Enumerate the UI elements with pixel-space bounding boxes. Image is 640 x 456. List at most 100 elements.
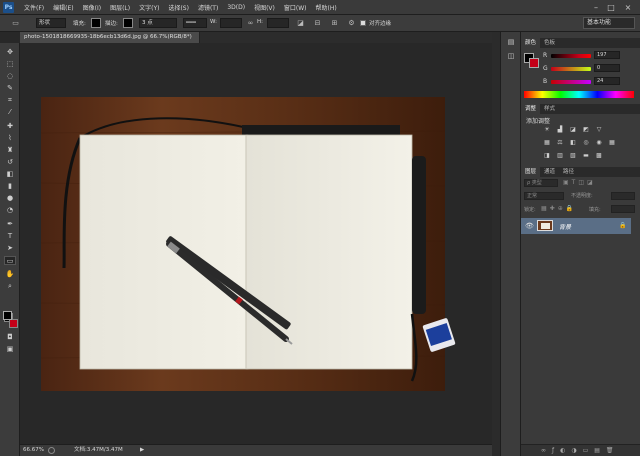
hand-tool-icon[interactable]: ✋ <box>4 270 16 279</box>
width-field[interactable] <box>220 18 242 28</box>
menu-item[interactable]: 图层(L) <box>110 3 130 12</box>
menu-item[interactable]: 3D(D) <box>227 4 245 11</box>
properties-panel-icon[interactable]: ◫ <box>505 52 517 61</box>
canvas-area[interactable] <box>20 43 492 444</box>
fill-field[interactable] <box>611 205 635 213</box>
path-selection-tool-icon[interactable]: ➤ <box>4 244 16 253</box>
tool-preset-icon[interactable]: ▭ <box>10 18 21 29</box>
r-value-field[interactable]: 197 <box>594 51 620 59</box>
clone-stamp-tool-icon[interactable]: ♜ <box>4 146 16 155</box>
curves-icon[interactable]: ◪ <box>569 126 577 134</box>
align-edges-checkbox[interactable] <box>360 20 366 26</box>
brightness-contrast-icon[interactable]: ☀ <box>543 126 551 134</box>
path-alignment-icon[interactable]: ⊟ <box>312 18 323 29</box>
gradient-tool-icon[interactable]: ▮ <box>4 182 16 191</box>
brush-tool-icon[interactable]: ⌇ <box>4 134 16 143</box>
zoom-level[interactable]: 66.67% <box>23 445 44 456</box>
visibility-eye-icon[interactable]: 👁 <box>525 222 534 230</box>
document-image[interactable] <box>20 43 492 444</box>
stroke-width-field[interactable]: 3 点 <box>139 18 177 28</box>
background-color-swatch[interactable] <box>9 319 18 328</box>
workspace-select[interactable]: 基本功能 <box>583 17 635 29</box>
stroke-type-select[interactable]: ━━━ <box>183 18 207 28</box>
tab-color[interactable]: 颜色 <box>521 38 541 48</box>
invert-icon[interactable]: ◨ <box>543 152 551 160</box>
color-spectrum-bar[interactable] <box>524 91 634 98</box>
menu-item[interactable]: 选择(S) <box>168 3 189 12</box>
tab-paths[interactable]: 路径 <box>559 167 578 177</box>
posterize-icon[interactable]: ▥ <box>556 152 564 160</box>
screen-mode-icon[interactable]: ▣ <box>4 345 16 354</box>
layer-kind-filter[interactable]: ρ 类型 <box>524 179 558 187</box>
lasso-tool-icon[interactable]: ◌ <box>4 72 16 81</box>
status-menu-arrow-icon[interactable]: ▶ <box>140 445 144 456</box>
photo-filter-icon[interactable]: ◎ <box>582 139 590 147</box>
menu-item[interactable]: 帮助(H) <box>316 3 337 12</box>
g-value-field[interactable]: 0 <box>594 64 620 72</box>
channel-mixer-icon[interactable]: ◉ <box>595 139 603 147</box>
tab-swatches[interactable]: 色板 <box>540 38 559 48</box>
quick-select-tool-icon[interactable]: ✎ <box>4 84 16 93</box>
eraser-tool-icon[interactable]: ◧ <box>4 170 16 179</box>
quick-mask-icon[interactable]: ◘ <box>4 333 16 342</box>
threshold-icon[interactable]: ▧ <box>569 152 577 160</box>
layer-row-background[interactable]: 👁 背景 🔒 <box>521 218 631 234</box>
hue-saturation-icon[interactable]: ▦ <box>543 139 551 147</box>
dodge-tool-icon[interactable]: ◔ <box>4 206 16 215</box>
stroke-swatch[interactable] <box>123 18 133 28</box>
close-button[interactable]: × <box>622 2 634 13</box>
black-white-icon[interactable]: ◧ <box>569 139 577 147</box>
path-operations-icon[interactable]: ◪ <box>295 18 306 29</box>
status-info-icon[interactable] <box>48 447 55 454</box>
menu-item[interactable]: 文件(F) <box>24 3 44 12</box>
menu-item[interactable]: 文字(Y) <box>139 3 159 12</box>
crop-tool-icon[interactable]: ⌗ <box>4 96 16 105</box>
link-icon[interactable]: ∞ <box>245 18 256 29</box>
shape-mode-select[interactable]: 形状 <box>36 18 66 28</box>
menu-item[interactable]: 图像(I) <box>83 3 101 12</box>
layer-name[interactable]: 背景 <box>559 222 571 231</box>
fill-swatch[interactable] <box>91 18 101 28</box>
pen-tool-icon[interactable]: ✒ <box>4 220 16 229</box>
b-slider[interactable] <box>551 80 591 84</box>
levels-icon[interactable]: ▟ <box>556 126 564 134</box>
exposure-icon[interactable]: ◩ <box>582 126 590 134</box>
foreground-color-swatch-front[interactable] <box>3 311 12 320</box>
vibrance-icon[interactable]: ▽ <box>595 126 603 134</box>
opacity-field[interactable] <box>611 192 635 200</box>
layer-filter-icons[interactable]: ▣T◫◪ <box>563 179 596 186</box>
type-tool-icon[interactable]: T <box>4 232 16 241</box>
menu-item[interactable]: 滤镜(T) <box>198 3 218 12</box>
layers-bottom-toolbar[interactable]: ∞ƒ◐◑▭▤🗑 <box>521 444 640 456</box>
tab-channels[interactable]: 通道 <box>540 167 559 177</box>
path-arrangement-icon[interactable]: ⊞ <box>329 18 340 29</box>
blend-mode-select[interactable]: 正常 <box>524 192 564 200</box>
color-lookup-icon[interactable]: ▦ <box>608 139 616 147</box>
menu-item[interactable]: 视图(V) <box>254 3 275 12</box>
marquee-tool-icon[interactable]: ⬚ <box>4 60 16 69</box>
history-brush-tool-icon[interactable]: ↺ <box>4 158 16 167</box>
history-panel-icon[interactable]: ▤ <box>505 38 517 47</box>
r-slider[interactable] <box>551 54 591 58</box>
tab-layers[interactable]: 图层 <box>521 167 541 177</box>
move-tool-icon[interactable]: ✥ <box>4 48 16 57</box>
blur-tool-icon[interactable]: ● <box>4 194 16 203</box>
height-field[interactable] <box>267 18 289 28</box>
gear-icon[interactable]: ⚙ <box>346 18 357 29</box>
color-background-swatch[interactable] <box>529 58 539 68</box>
menu-item[interactable]: 编辑(E) <box>53 3 73 12</box>
document-tab[interactable]: photo-1501818669935-18b6ecb13d6d.jpg @ 6… <box>20 32 200 51</box>
selective-color-icon[interactable]: ▩ <box>595 152 603 160</box>
b-value-field[interactable]: 24 <box>594 77 620 85</box>
minimize-button[interactable]: – <box>590 2 602 13</box>
rectangle-tool-icon[interactable]: ▭ <box>4 256 16 265</box>
eyedropper-tool-icon[interactable]: ⁄ <box>4 108 16 117</box>
menu-item[interactable]: 窗口(W) <box>284 3 307 12</box>
healing-brush-tool-icon[interactable]: ✚ <box>4 122 16 131</box>
color-balance-icon[interactable]: ⚖ <box>556 139 564 147</box>
gradient-map-icon[interactable]: ▬ <box>582 152 590 160</box>
tab-styles[interactable]: 样式 <box>540 104 559 114</box>
g-slider[interactable] <box>551 67 591 71</box>
tab-adjustments[interactable]: 调整 <box>521 104 541 114</box>
maximize-button[interactable]: □ <box>605 2 617 13</box>
